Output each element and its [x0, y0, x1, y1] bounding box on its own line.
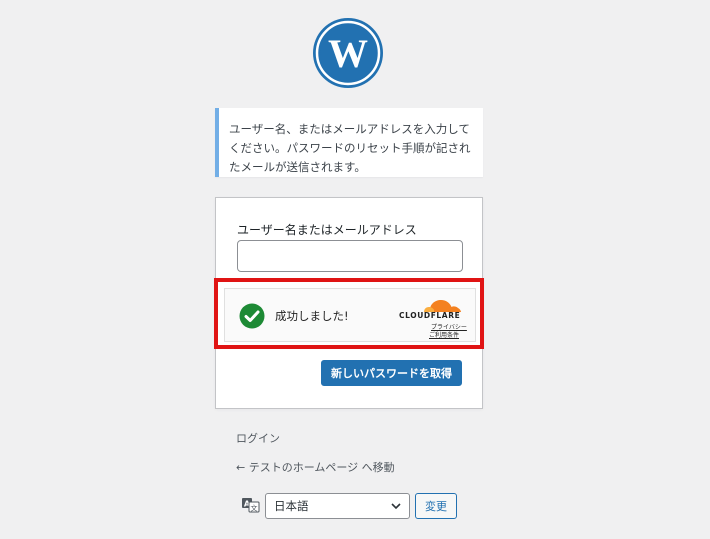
notice-text: ユーザー名、またはメールアドレスを入力してください。パスワードのリセット手順が記…: [229, 122, 471, 174]
translate-icon: A 文: [242, 498, 260, 513]
login-link[interactable]: ログイン: [236, 430, 280, 446]
username-label: ユーザー名またはメールアドレス: [237, 223, 417, 237]
highlight-frame: [214, 278, 484, 349]
wordpress-logo-icon[interactable]: W: [312, 17, 384, 89]
chevron-down-icon: [391, 503, 401, 510]
svg-text:文: 文: [251, 504, 258, 513]
svg-text:W: W: [328, 31, 368, 76]
login-page: W ユーザー名、またはメールアドレスを入力してください。パスワードのリセット手順…: [0, 0, 710, 539]
back-to-home-link[interactable]: ← テストのホームページ へ移動: [236, 459, 395, 475]
language-selected-value: 日本語: [274, 499, 309, 513]
username-email-input[interactable]: [237, 240, 463, 272]
language-select[interactable]: 日本語: [265, 493, 410, 519]
change-language-button[interactable]: 変更: [415, 493, 457, 519]
get-new-password-button[interactable]: 新しいパスワードを取得: [321, 360, 462, 386]
reset-instructions-notice: ユーザー名、またはメールアドレスを入力してください。パスワードのリセット手順が記…: [215, 108, 483, 177]
